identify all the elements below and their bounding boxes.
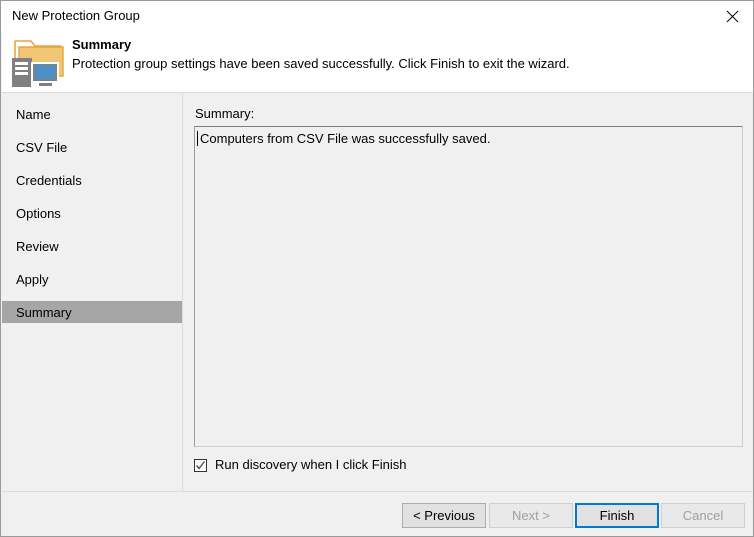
sidebar-item-apply[interactable]: Apply [2,268,182,290]
summary-textbox[interactable]: Computers from CSV File was successfully… [194,126,743,447]
sidebar-item-options[interactable]: Options [2,202,182,224]
dialog-footer: < Previous Next > Finish Cancel [2,491,753,536]
title-bar: New Protection Group [1,1,753,31]
previous-button[interactable]: < Previous [402,503,486,528]
next-button: Next > [489,503,573,528]
wizard-steps-sidebar: Name CSV File Credentials Options Review… [2,93,183,491]
page-title: Summary [72,37,132,52]
summary-label: Summary: [195,106,255,121]
cancel-button: Cancel [661,503,745,528]
page-subtitle: Protection group settings have been save… [72,56,570,71]
text-caret [197,131,198,146]
new-protection-group-dialog: New Protection Group Summary Protection … [0,0,754,537]
finish-button[interactable]: Finish [575,503,659,528]
protection-group-folder-computer-icon [11,36,69,88]
sidebar-item-name[interactable]: Name [2,103,182,125]
sidebar-item-credentials[interactable]: Credentials [2,169,182,191]
dialog-body: Name CSV File Credentials Options Review… [2,92,753,491]
checkbox-label: Run discovery when I click Finish [215,457,407,472]
close-icon[interactable] [709,1,753,31]
checkmark-icon [195,460,206,470]
content-pane: Summary: Computers from CSV File was suc… [184,93,753,491]
run-discovery-checkbox[interactable]: Run discovery when I click Finish [194,457,406,473]
dialog-header: Summary Protection group settings have b… [2,31,753,92]
sidebar-item-review[interactable]: Review [2,235,182,257]
sidebar-item-csv-file[interactable]: CSV File [2,136,182,158]
checkbox-box[interactable] [194,458,207,472]
sidebar-item-summary[interactable]: Summary [2,301,182,323]
window-title: New Protection Group [12,8,140,23]
summary-text: Computers from CSV File was successfully… [200,131,491,146]
